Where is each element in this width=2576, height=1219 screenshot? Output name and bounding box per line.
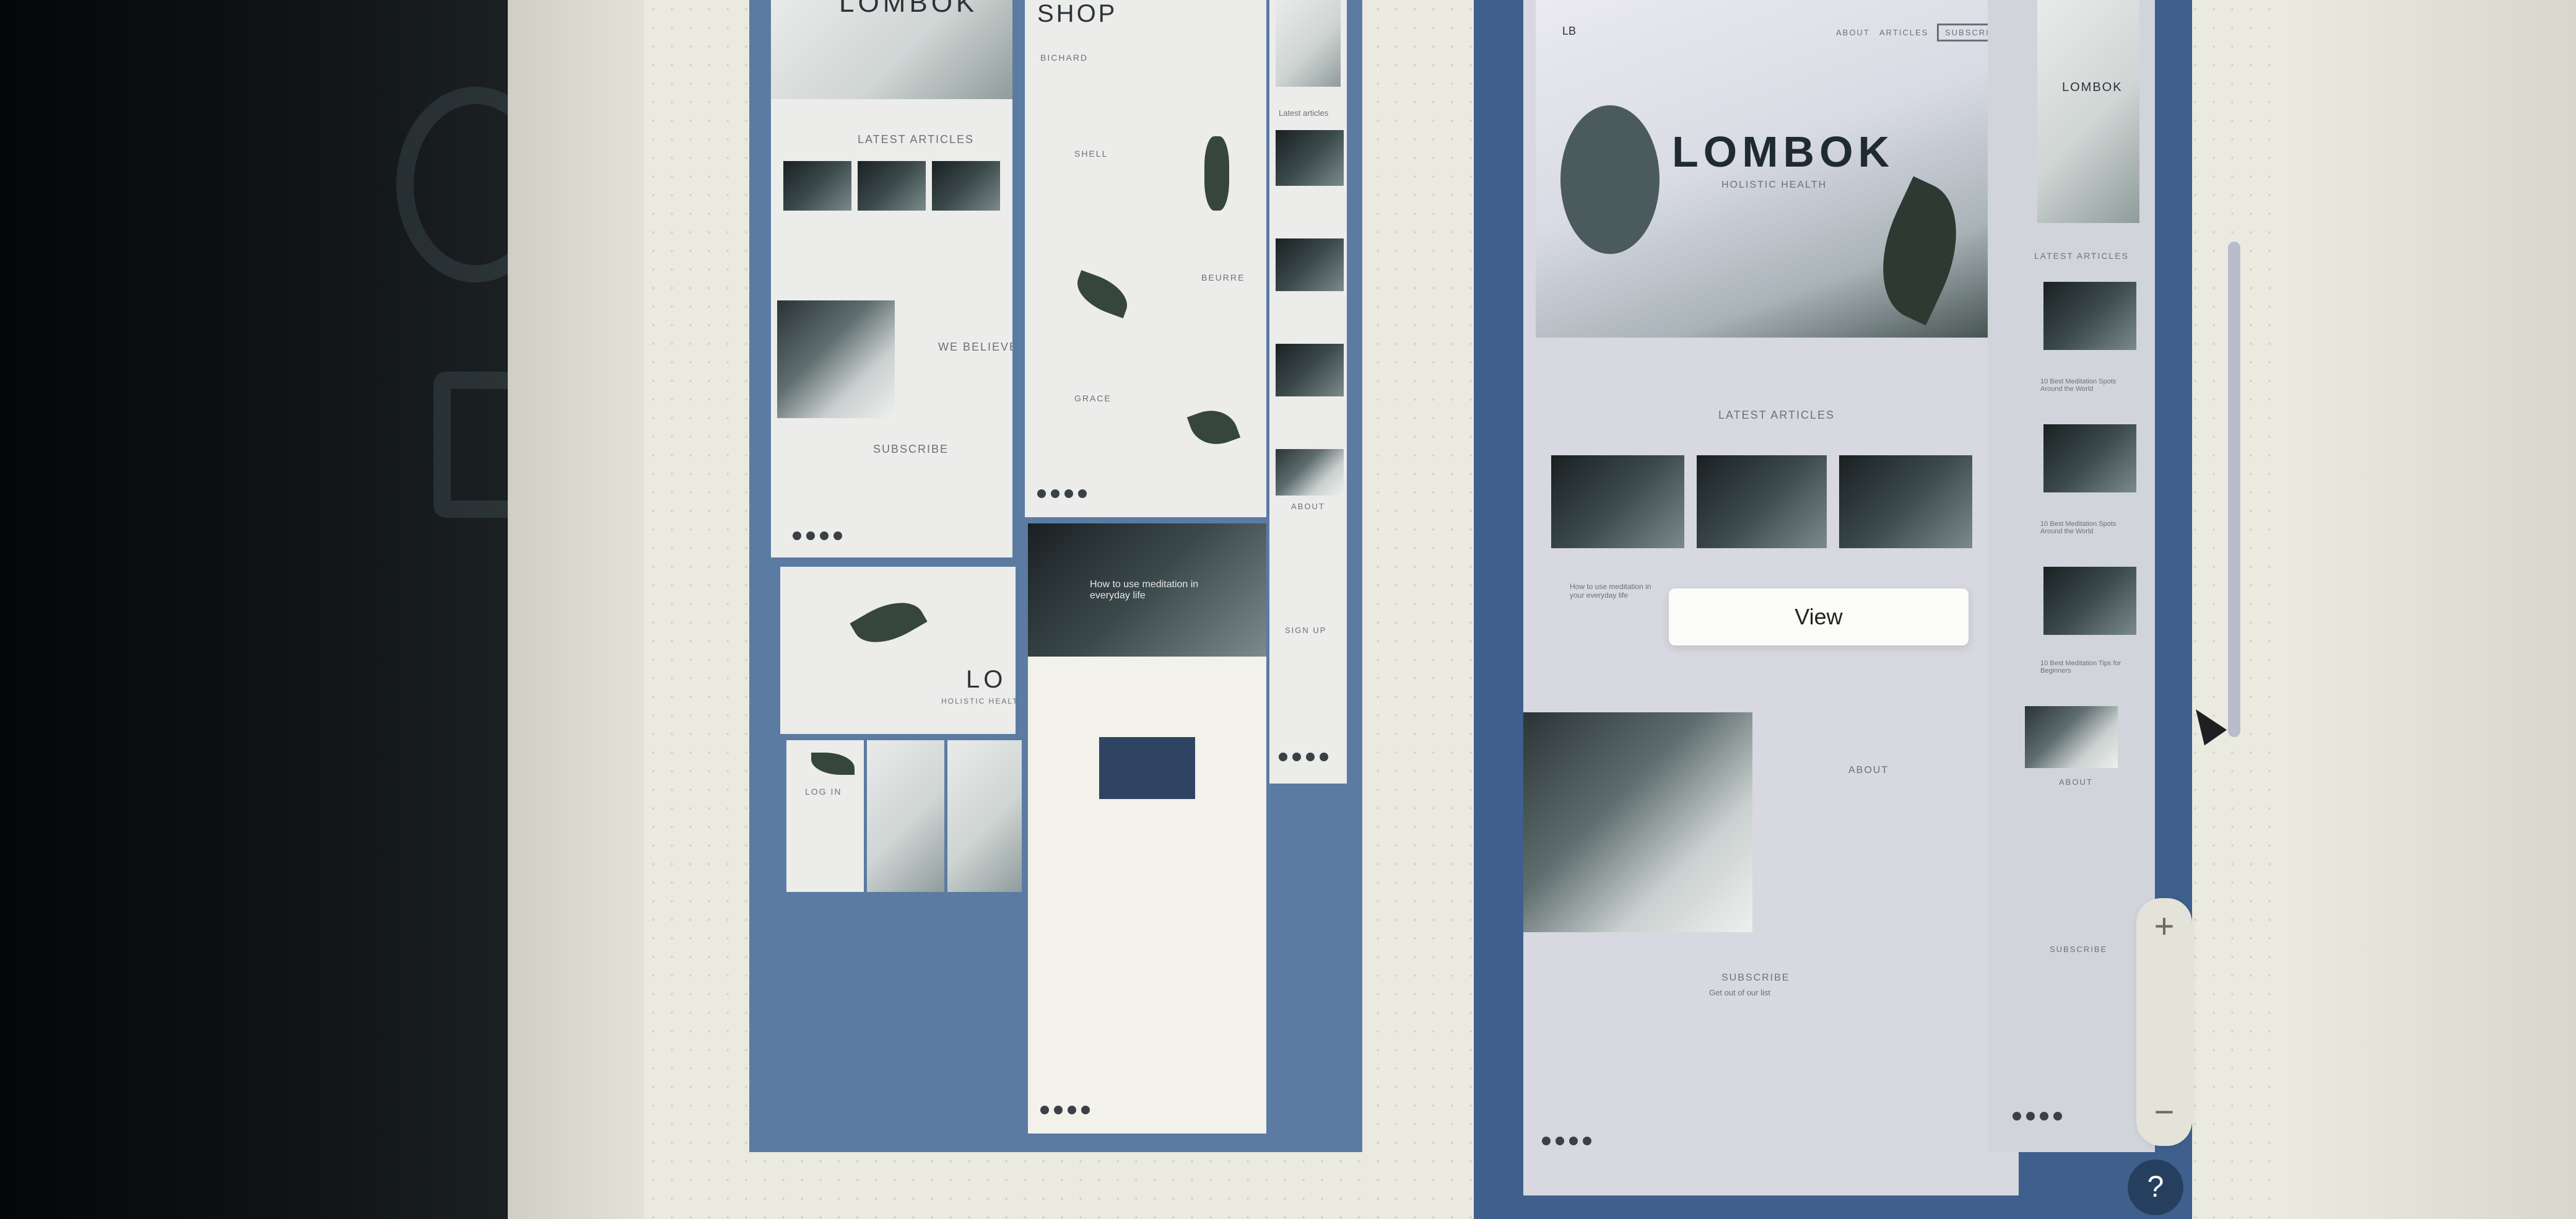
- mobile-thumb[interactable]: [2043, 282, 2136, 350]
- artboard-landing[interactable]: LO HOLISTIC HEALTH: [780, 567, 1016, 734]
- article-headline: How to use meditation in everyday life: [1090, 579, 1199, 601]
- mobile-thumb: [1276, 238, 1344, 291]
- mobile-about: ABOUT: [1291, 502, 1325, 511]
- artboard-article[interactable]: How to use meditation in everyday life: [1028, 523, 1266, 1134]
- leaf-icon: [811, 753, 855, 775]
- zoom-in-button[interactable]: +: [2136, 898, 2192, 954]
- palm-leaf-icon: [850, 589, 928, 656]
- article-thumb: [783, 161, 851, 211]
- logo[interactable]: LB: [1562, 25, 1576, 38]
- login-photo: [867, 740, 944, 892]
- mobile-about: ABOUT: [2059, 777, 2093, 787]
- brand-short: LO: [966, 666, 1007, 693]
- login-photo: [947, 740, 1022, 892]
- plant-icon: [1071, 270, 1134, 318]
- artboard-group-left[interactable]: LOMBOK LATEST ARTICLES WE BELIEVE SUBSCR…: [749, 0, 1362, 1152]
- shop-item: BEURRE: [1201, 273, 1245, 282]
- article-thumb: [858, 161, 926, 211]
- artboard-mobile[interactable]: Latest articles ABOUT SIGN UP: [1269, 0, 1347, 784]
- article-caption: How to use meditation in your everyday l…: [1570, 582, 1651, 600]
- shop-title: SHOP: [1037, 0, 1118, 27]
- plant-icon: [1204, 136, 1229, 211]
- about-title: ABOUT: [1848, 765, 1889, 776]
- about-photo: [777, 300, 895, 418]
- shop-item: SHELL: [1074, 149, 1108, 159]
- subscribe-subtitle: Get out of our list: [1709, 988, 1770, 997]
- social-icons[interactable]: [2012, 1112, 2062, 1121]
- help-button[interactable]: ?: [2128, 1160, 2183, 1215]
- artboard-home[interactable]: LOMBOK LATEST ARTICLES WE BELIEVE SUBSCR…: [771, 0, 1012, 557]
- shop-item: GRACE: [1074, 393, 1112, 403]
- subscribe-title: SUBSCRIBE: [1721, 972, 1790, 983]
- mobile-hero: [2037, 0, 2139, 223]
- social-icons[interactable]: [1279, 753, 1328, 761]
- artboard-mobile-large[interactable]: LOMBOK LATEST ARTICLES 10 Best Meditatio…: [1988, 0, 2155, 1152]
- view-button[interactable]: View: [1669, 588, 1969, 645]
- mobile-thumb[interactable]: [2025, 706, 2118, 768]
- zoom-controls: + −: [2136, 898, 2192, 1146]
- article-thumb[interactable]: [1697, 455, 1827, 548]
- mobile-thumb: [1276, 449, 1344, 496]
- mobile-caption: 10 Best Meditation Spots Around the Worl…: [2040, 378, 2117, 393]
- article-image: [1099, 737, 1195, 799]
- mobile-section-title: LATEST ARTICLES: [2034, 251, 2129, 261]
- shop-item: BICHARD: [1040, 53, 1089, 63]
- nav-link[interactable]: ABOUT: [1836, 28, 1870, 37]
- zoom-out-button[interactable]: −: [2136, 1084, 2192, 1140]
- subscribe-title: SUBSCRIBE: [873, 443, 949, 455]
- rubber-plant-icon: [1560, 105, 1660, 254]
- vertical-scrollbar[interactable]: [2228, 242, 2240, 737]
- artboard-login[interactable]: LOG IN: [786, 740, 864, 892]
- mobile-brand: LOMBOK: [2062, 81, 2123, 94]
- social-icons[interactable]: [1040, 1106, 1090, 1114]
- social-icons[interactable]: [793, 531, 842, 540]
- mobile-hero: [1276, 0, 1341, 87]
- mobile-signup: SIGN UP: [1285, 626, 1327, 635]
- article-thumb: [932, 161, 1000, 211]
- brand-tagline: HOLISTIC HEALTH: [1721, 180, 1827, 190]
- brand-title: LOMBOK: [839, 0, 978, 18]
- section-title: LATEST ARTICLES: [1718, 409, 1835, 421]
- social-icons[interactable]: [1542, 1137, 1591, 1145]
- mobile-subscribe: SUBSCRIBE: [2050, 945, 2108, 954]
- article-thumb[interactable]: [1839, 455, 1972, 548]
- mobile-thumb[interactable]: [2043, 424, 2136, 492]
- mobile-section-title: Latest articles: [1279, 108, 1329, 118]
- brand-title: LOMBOK: [1672, 128, 1895, 176]
- mobile-thumb: [1276, 130, 1344, 186]
- mobile-caption: 10 Best Meditation Spots Around the Worl…: [2040, 520, 2117, 535]
- plant-icon: [1186, 402, 1241, 453]
- login-title: LOG IN: [805, 787, 842, 797]
- mobile-caption: 10 Best Meditation Tips for Beginners: [2040, 660, 2121, 675]
- nav-link[interactable]: ARTICLES: [1879, 28, 1928, 37]
- mobile-thumb: [1276, 344, 1344, 396]
- social-icons[interactable]: [1037, 489, 1087, 498]
- about-title: WE BELIEVE: [938, 341, 1012, 353]
- artboard-shop[interactable]: SHOP BICHARD SHELL BEURRE GRACE: [1025, 0, 1266, 517]
- landing-tagline: HOLISTIC HEALTH: [941, 697, 1016, 706]
- article-thumb[interactable]: [1551, 455, 1684, 548]
- section-title: LATEST ARTICLES: [858, 133, 975, 146]
- about-photo: [1523, 712, 1752, 932]
- mobile-thumb[interactable]: [2043, 567, 2136, 635]
- desk-background: [0, 0, 555, 1219]
